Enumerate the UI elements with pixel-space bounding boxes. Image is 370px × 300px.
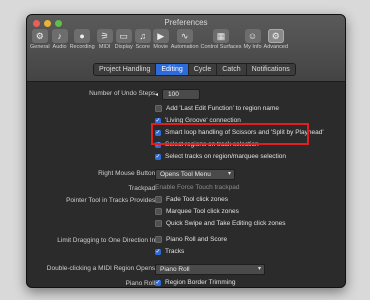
my-info-icon: ☺	[244, 29, 261, 43]
midi-icon: ⚞	[96, 29, 113, 43]
option-row: ✓ Smart loop handling of Scissors and 'S…	[27, 128, 345, 140]
piano-roll-label: Piano Roll:	[125, 280, 157, 287]
toolbar-label: MIDI	[98, 44, 111, 50]
checkbox[interactable]	[155, 105, 162, 112]
option-label: 'Living Groove' connection	[165, 117, 241, 124]
undo-steps-value[interactable]: 100	[162, 89, 200, 100]
pointer-tool-label: Pointer Tool in Tracks Provides:	[66, 197, 157, 204]
pointer-tool-row: Pointer Tool in Tracks Provides: Fade To…	[27, 195, 345, 207]
toolbar-automation[interactable]: ∿ Automation	[171, 29, 199, 50]
toolbar-control-surfaces[interactable]: ▦ Control Surfaces	[201, 29, 242, 50]
right-mouse-label: Right Mouse Button:	[98, 170, 157, 177]
display-icon: ▭	[115, 29, 132, 43]
tab-project-handling[interactable]: Project Handling	[94, 64, 157, 75]
double-click-popup[interactable]: Piano Roll	[155, 264, 265, 275]
audio-icon: ♪	[51, 29, 68, 43]
pointer-tool-row: Quick Swipe and Take Editing click zones	[27, 219, 345, 231]
option-row: ✓ 'Living Groove' connection	[27, 116, 345, 128]
piano-roll-row: Piano Roll: ✓ Region Border Trimming	[27, 278, 345, 287]
option-label: Region Border Trimming	[165, 279, 236, 286]
window-title: Preferences	[164, 18, 208, 27]
checkbox[interactable]	[155, 208, 162, 215]
advanced-icon: ⚙	[267, 29, 284, 43]
option-row: ✓ Select regions on track selection	[27, 140, 345, 152]
preferences-window: Preferences ⚙ General ♪ Audio ● Recordin…	[26, 14, 346, 288]
control-surfaces-icon: ▦	[213, 29, 230, 43]
score-icon: ♫	[134, 29, 151, 43]
trackpad-option: Enable Force Touch trackpad	[155, 184, 240, 191]
undo-steps-row: Number of Undo Steps: ◂ 100	[27, 88, 345, 104]
option-label: Marquee Tool click zones	[166, 208, 239, 215]
limit-drag-row: Limit Dragging to One Direction In: Pian…	[27, 235, 345, 247]
checkbox-checked[interactable]: ✓	[155, 153, 161, 160]
checkbox-checked[interactable]: ✓	[155, 248, 161, 255]
option-label: Add 'Last Edit Function' to region name	[166, 105, 280, 112]
toolbar-label: General	[30, 44, 50, 50]
double-click-row: Double-clicking a MIDI Region Opens: Pia…	[27, 263, 345, 278]
automation-icon: ∿	[176, 29, 193, 43]
right-mouse-row: Right Mouse Button: Opens Tool Menu	[27, 168, 345, 183]
toolbar-advanced[interactable]: ⚙ Advanced	[264, 29, 288, 50]
limit-drag-row: ✓ Tracks	[27, 247, 345, 259]
checkbox[interactable]	[155, 236, 162, 243]
tab-cycle[interactable]: Cycle	[189, 64, 218, 75]
editing-pane: Number of Undo Steps: ◂ 100 Add 'Last Ed…	[27, 82, 345, 287]
toolbar-label: Recording	[69, 44, 95, 50]
undo-steps-label: Number of Undo Steps:	[89, 90, 157, 97]
toolbar-label: Automation	[170, 44, 199, 50]
checkbox-checked[interactable]: ✓	[155, 141, 161, 148]
tab-catch[interactable]: Catch	[217, 64, 247, 75]
checkbox-checked[interactable]: ✓	[155, 279, 161, 286]
checkbox-checked[interactable]: ✓	[155, 117, 161, 124]
tab-notifications[interactable]: Notifications	[247, 64, 295, 75]
option-row: ✓ Select tracks on region/marquee select…	[27, 152, 345, 164]
trackpad-row: Trackpad: Enable Force Touch trackpad	[27, 183, 345, 195]
recording-icon: ●	[74, 29, 91, 43]
toolbar-label: Advanced	[263, 44, 289, 50]
option-label: Fade Tool click zones	[166, 196, 229, 203]
toolbar-label: My Info	[243, 44, 262, 50]
checkbox-checked[interactable]: ✓	[155, 129, 161, 136]
option-label: Smart loop handling of Scissors and 'Spl…	[165, 129, 324, 136]
movie-icon: ▶	[152, 29, 169, 43]
trackpad-label: Trackpad:	[128, 185, 157, 192]
toolbar-general[interactable]: ⚙ General	[30, 29, 50, 50]
undo-steps-stepper[interactable]: ◂ 100	[155, 89, 200, 100]
pointer-tool-row: Marquee Tool click zones	[27, 207, 345, 219]
checkbox[interactable]	[155, 196, 162, 203]
toolbar-movie[interactable]: ▶ Movie	[152, 29, 169, 50]
right-mouse-popup[interactable]: Opens Tool Menu	[155, 169, 235, 180]
toolbar-label: Audio	[52, 44, 67, 50]
chevron-left-icon[interactable]: ◂	[155, 91, 158, 98]
option-label: Select regions on track selection	[165, 141, 259, 148]
option-label: Quick Swipe and Take Editing click zones	[166, 220, 286, 227]
general-icon: ⚙	[31, 29, 48, 43]
toolbar-label: Score	[135, 44, 150, 50]
toolbar-score[interactable]: ♫ Score	[134, 29, 151, 50]
toolbar-my-info[interactable]: ☺ My Info	[244, 29, 262, 50]
limit-drag-label: Limit Dragging to One Direction In:	[57, 237, 157, 244]
toolbar-label: Movie	[153, 44, 169, 50]
option-label: Piano Roll and Score	[166, 236, 228, 243]
toolbar-label: Display	[114, 44, 133, 50]
toolbar-display[interactable]: ▭ Display	[115, 29, 133, 50]
option-row: Add 'Last Edit Function' to region name	[27, 104, 345, 116]
toolbar-midi[interactable]: ⚞ MIDI	[96, 29, 113, 50]
double-click-label: Double-clicking a MIDI Region Opens:	[46, 265, 157, 272]
toolbar-label: Control Surfaces	[200, 44, 242, 50]
toolbar-audio[interactable]: ♪ Audio	[51, 29, 68, 50]
tab-editing[interactable]: Editing	[156, 64, 189, 75]
option-label: Tracks	[165, 248, 185, 255]
tab-bar: Project Handling Editing Cycle Catch Not…	[93, 63, 296, 76]
option-label: Select tracks on region/marquee selectio…	[165, 153, 287, 160]
checkbox[interactable]	[155, 220, 162, 227]
title-bar: Preferences ⚙ General ♪ Audio ● Recordin…	[27, 15, 345, 82]
toolbar-recording[interactable]: ● Recording	[70, 29, 95, 50]
preferences-toolbar: ⚙ General ♪ Audio ● Recording ⚞ MIDI ▭ D…	[29, 29, 343, 50]
